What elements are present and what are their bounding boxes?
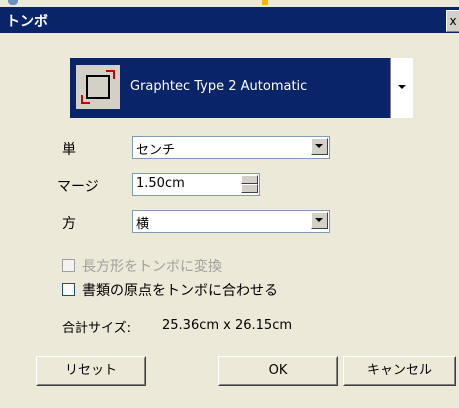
close-icon: x (449, 14, 457, 28)
reset-button[interactable]: リセット (36, 356, 146, 386)
device-name: Graphtec Type 2 Automatic (130, 79, 308, 94)
top-edge-strip (0, 0, 459, 7)
total-size-value: 25.36cm x 26.15cm (162, 318, 293, 333)
reset-label: リセット (64, 363, 117, 378)
cancel-label: キャンセル (366, 363, 432, 378)
spin-down-button[interactable] (241, 184, 258, 193)
app-icon (8, 0, 18, 5)
ok-button[interactable]: OK (218, 356, 338, 386)
chevron-down-icon (315, 144, 323, 148)
margin-spinner[interactable]: 1.50cm (132, 173, 260, 196)
window-title: トンボ (6, 14, 48, 30)
unit-value: センチ (136, 143, 176, 158)
crop-mark-icon (76, 65, 120, 109)
chevron-down-icon (398, 85, 406, 89)
direction-value: 横 (136, 217, 150, 232)
title-bar: トンボ x (0, 7, 459, 33)
direction-dropdown-button[interactable] (311, 212, 328, 229)
spin-up-button[interactable] (241, 175, 258, 184)
convert-rect-checkbox[interactable] (62, 259, 75, 272)
margin-value: 1.50cm (136, 176, 185, 191)
match-origin-label: 書類の原点をトンボに合わせる (82, 283, 278, 299)
chevron-down-icon (315, 218, 323, 222)
margin-label: マージ (57, 179, 99, 195)
device-selector[interactable]: Graphtec Type 2 Automatic (70, 58, 413, 118)
convert-rect-label: 長方形をトンボに変換 (82, 259, 222, 275)
unit-select[interactable]: センチ (132, 136, 330, 159)
total-size-label: 合計サイズ: (62, 321, 131, 336)
match-origin-checkbox[interactable] (62, 283, 75, 296)
cancel-button[interactable]: キャンセル (343, 356, 456, 386)
orange-marker (262, 0, 268, 5)
ok-label: OK (268, 363, 288, 378)
device-dropdown-button[interactable] (390, 58, 413, 118)
direction-select[interactable]: 横 (132, 210, 330, 233)
unit-label: 単 (62, 142, 76, 158)
direction-label: 方 (62, 216, 76, 232)
unit-dropdown-button[interactable] (311, 138, 328, 155)
close-button[interactable]: x (446, 10, 459, 32)
